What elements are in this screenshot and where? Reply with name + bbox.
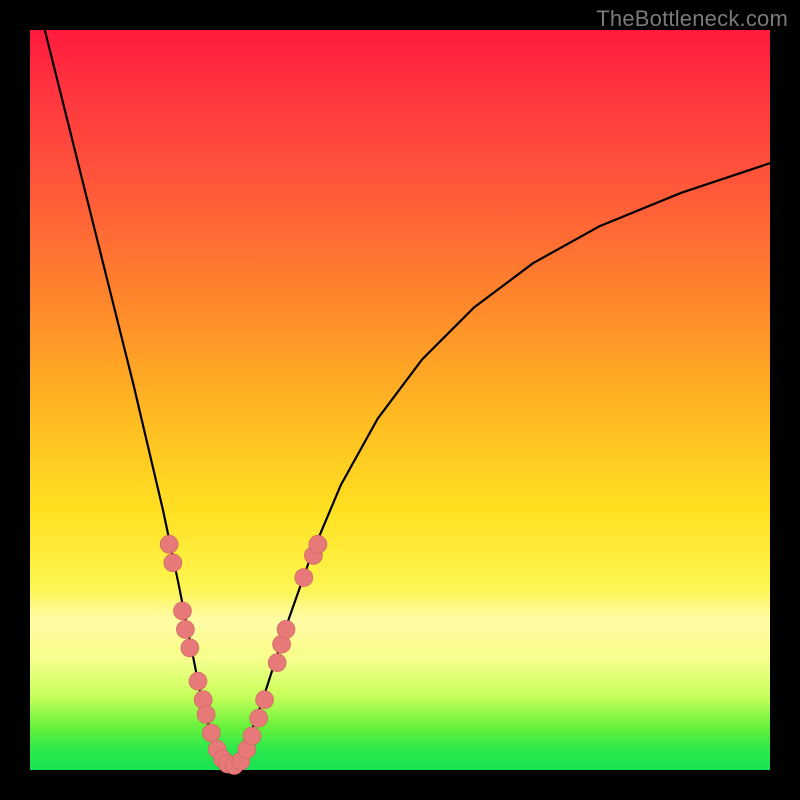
plot-area <box>30 30 770 770</box>
data-dot <box>250 709 268 727</box>
curve-left <box>45 30 230 766</box>
watermark-text: TheBottleneck.com <box>596 6 788 32</box>
data-dot <box>295 569 313 587</box>
chart-frame: TheBottleneck.com <box>0 0 800 800</box>
data-dot <box>243 727 261 745</box>
data-dot <box>160 535 178 553</box>
data-dot <box>176 620 194 638</box>
data-dot <box>202 724 220 742</box>
data-dots <box>160 535 327 774</box>
chart-svg <box>30 30 770 770</box>
curve-right <box>230 163 770 766</box>
data-dot <box>309 535 327 553</box>
data-dot <box>197 706 215 724</box>
data-dot <box>189 672 207 690</box>
data-dot <box>277 620 295 638</box>
data-dot <box>268 654 286 672</box>
data-dot <box>173 602 191 620</box>
data-dot <box>256 691 274 709</box>
data-dot <box>181 639 199 657</box>
data-dot <box>164 554 182 572</box>
